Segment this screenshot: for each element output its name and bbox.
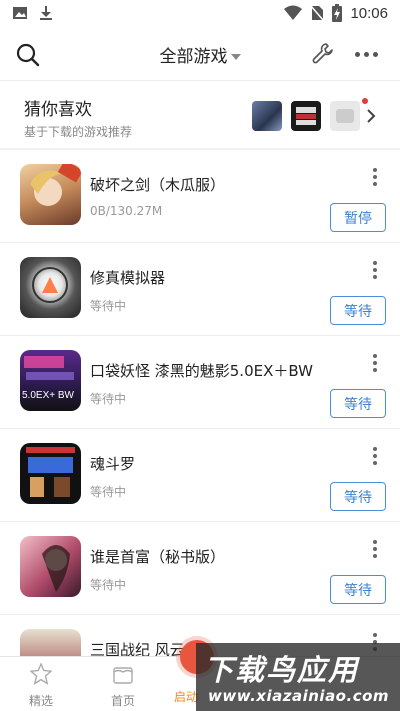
home-icon [113,667,133,684]
more-icon[interactable] [355,48,381,60]
nav-label: 首页 [110,694,135,708]
clock: 10:06 [350,4,388,22]
item-more-icon[interactable] [368,354,382,376]
game-name: 谁是首富（秘书版） [90,548,226,566]
recommended-game-thumb[interactable] [252,101,282,131]
download-status: 等待中 [90,392,127,406]
game-icon-badge: 5.0EX+ BW [22,390,74,401]
nav-label: 精选 [28,694,53,708]
recommended-game-thumb[interactable] [291,101,321,131]
list-item[interactable]: 5.0EX+ BW 口袋妖怪 漆黑的魅影5.0EX＋BW 等待中 等待 [0,336,400,429]
wait-button[interactable]: 等待 [330,482,386,511]
recommendation-subtitle: 基于下载的游戏推荐 [24,125,133,139]
image-icon [13,7,27,19]
wait-button[interactable]: 等待 [330,296,386,325]
item-more-icon[interactable] [368,540,382,562]
download-status: 等待中 [90,578,127,592]
recommended-game-thumb[interactable] [330,101,360,131]
watermark-title: 下载鸟应用 [204,653,360,687]
no-sim-icon [310,5,325,21]
list-item[interactable]: 谁是首富（秘书版） 等待中 等待 [0,522,400,615]
notification-dot [362,98,368,104]
page-title: 全部游戏 [159,47,228,67]
download-icon [40,6,52,20]
wait-button[interactable]: 等待 [330,389,386,418]
game-name: 口袋妖怪 漆黑的魅影5.0EX＋BW [90,362,313,380]
item-more-icon[interactable] [368,261,382,283]
list-item[interactable]: 魂斗罗 等待中 等待 [0,429,400,522]
recommendation-title: 猜你喜欢 [24,100,92,120]
category-dropdown[interactable]: 全部游戏 [0,42,400,67]
caret-down-icon [230,54,241,60]
game-icon [20,257,81,318]
recommendation-banner[interactable]: 猜你喜欢 基于下载的游戏推荐 [0,80,400,148]
wifi-icon [284,5,303,20]
pause-button[interactable]: 暂停 [330,203,386,232]
star-icon [29,662,53,685]
game-icon [20,443,81,504]
placeholder-icon [336,109,354,123]
game-icon: 5.0EX+ BW [20,350,81,411]
game-name: 魂斗罗 [90,455,136,473]
download-status: 等待中 [90,485,127,499]
game-icon [20,536,81,597]
game-icon [20,164,81,225]
watermark: 下载鸟应用 www.xiazainiao.com [196,643,400,711]
top-bar: 全部游戏 [0,28,400,80]
status-bar: 10:06 [0,0,400,28]
nav-featured[interactable]: 精选 [11,662,71,709]
chevron-right-icon[interactable] [366,109,376,123]
wait-button[interactable]: 等待 [330,575,386,604]
download-progress: 0B/130.27M [90,204,163,218]
wrench-icon[interactable] [311,41,335,65]
list-item[interactable]: 修真模拟器 等待中 等待 [0,243,400,336]
nav-home[interactable]: 首页 [93,663,153,709]
item-more-icon[interactable] [368,447,382,469]
download-status: 等待中 [90,299,127,313]
game-name: 破坏之剑（木瓜服） [90,176,226,194]
item-more-icon[interactable] [368,168,382,190]
watermark-url: www.xiazainiao.com [208,687,390,705]
battery-charging-icon [332,4,343,22]
list-item[interactable]: 破坏之剑（木瓜服） 0B/130.27M 暂停 [0,150,400,243]
gta-logo-icon [296,107,316,125]
game-name: 修真模拟器 [90,269,166,287]
